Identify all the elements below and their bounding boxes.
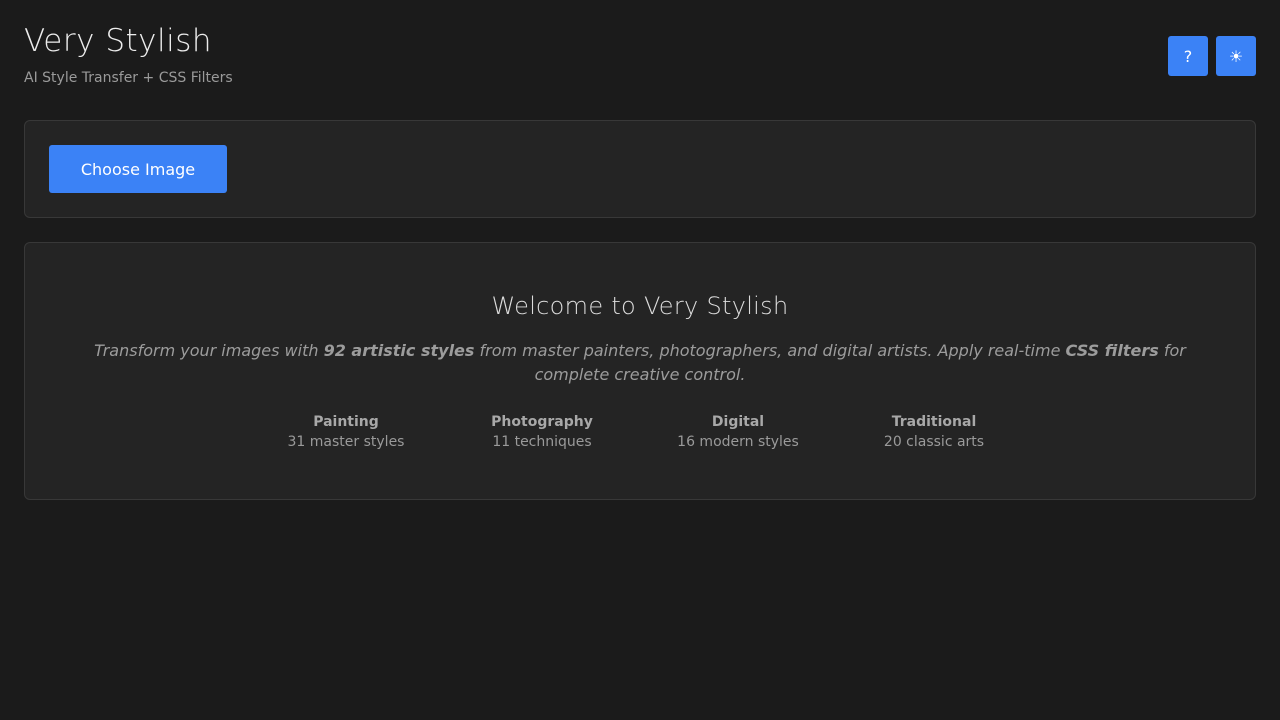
theme-toggle-button[interactable]: ☀ — [1216, 36, 1256, 76]
help-button[interactable]: ? — [1168, 36, 1208, 76]
category-photography: Photography 11 techniques — [491, 413, 593, 451]
category-count: 20 classic arts — [883, 434, 985, 450]
category-count: 11 techniques — [492, 434, 592, 450]
category-digital: Digital 16 modern styles — [677, 413, 799, 451]
category-name: Painting — [313, 414, 379, 430]
question-mark-icon: ? — [1183, 46, 1193, 66]
welcome-title: Welcome to Very Stylish — [491, 292, 789, 320]
category-list: Painting 31 master styles Photography 11… — [25, 413, 1255, 453]
css-filters-highlight: CSS filters — [1065, 341, 1159, 360]
category-count: 16 modern styles — [677, 434, 799, 450]
welcome-desc-text-1: Transform your images with — [94, 341, 324, 360]
app-root: Very Stylish AI Style Transfer + CSS Fil… — [0, 0, 1280, 720]
category-name: Photography — [491, 414, 593, 430]
page-header: Very Stylish AI Style Transfer + CSS Fil… — [24, 0, 1256, 120]
category-painting: Painting 31 master styles — [288, 413, 405, 451]
choose-image-button[interactable]: Choose Image — [49, 145, 227, 193]
category-name: Traditional — [891, 414, 977, 430]
sun-icon: ☀ — [1228, 46, 1244, 66]
category-traditional: Traditional 20 classic arts — [884, 413, 984, 451]
page-subtitle: AI Style Transfer + CSS Filters — [24, 70, 233, 86]
category-name: Digital — [711, 414, 765, 430]
upload-panel: Choose Image — [24, 120, 1256, 218]
welcome-panel: Welcome to Very Stylish Transform your i… — [24, 242, 1256, 500]
page-title: Very Stylish — [24, 23, 213, 59]
category-count: 31 master styles — [287, 434, 405, 450]
welcome-description: Transform your images with 92 artistic s… — [85, 339, 1195, 387]
header-actions: ? ☀ — [1168, 36, 1256, 76]
welcome-desc-text-2: from master painters, photographers, and… — [474, 341, 1066, 360]
styles-count-highlight: 92 artistic styles — [323, 341, 475, 360]
